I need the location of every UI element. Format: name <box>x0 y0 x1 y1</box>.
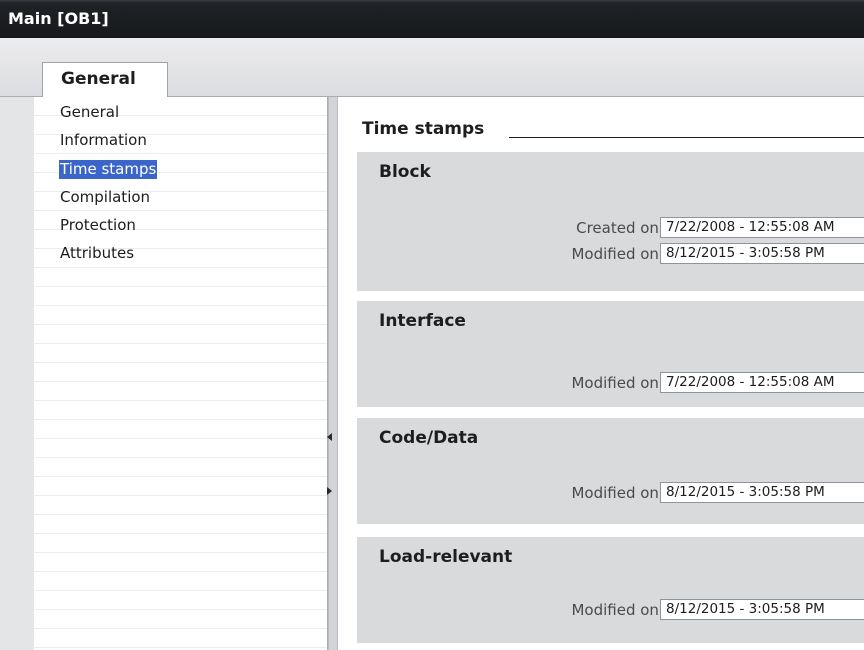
group-title: Load-relevant <box>379 547 513 567</box>
nav-item-general[interactable]: General <box>60 103 119 122</box>
group-interface: Interface Modified on: 7/22/2008 - 12:55… <box>357 301 864 407</box>
expand-right-icon[interactable] <box>327 487 332 495</box>
field-label: Modified on: <box>571 484 664 502</box>
group-title: Code/Data <box>379 428 479 448</box>
tab-general[interactable]: General <box>42 62 168 98</box>
group-load-relevant: Load-relevant Modified on: 8/12/2015 - 3… <box>357 537 864 643</box>
modified-on-field[interactable]: 7/22/2008 - 12:55:08 AM <box>660 372 864 393</box>
nav-item-protection[interactable]: Protection <box>60 216 136 235</box>
window-title: Main [OB1] <box>0 0 864 38</box>
section-title: Time stamps <box>362 119 485 139</box>
tab-strip: General <box>0 38 864 98</box>
group-title: Interface <box>379 311 466 331</box>
section-divider <box>509 137 864 138</box>
nav-item-attributes[interactable]: Attributes <box>60 244 134 263</box>
nav-item-information[interactable]: Information <box>60 131 147 150</box>
field-label: Modified on: <box>571 374 664 392</box>
nav-item-time-stamps[interactable]: Time stamps <box>59 160 158 179</box>
modified-on-field[interactable]: 8/12/2015 - 3:05:58 PM <box>660 482 864 503</box>
field-label: Modified on: <box>571 601 664 619</box>
group-code-data: Code/Data Modified on: 8/12/2015 - 3:05:… <box>357 418 864 524</box>
properties-content: Time stamps Block Created on: 7/22/2008 … <box>338 97 864 650</box>
modified-on-field[interactable]: 8/12/2015 - 3:05:58 PM <box>660 243 864 264</box>
created-on-field[interactable]: 7/22/2008 - 12:55:08 AM <box>660 217 864 238</box>
group-block: Block Created on: 7/22/2008 - 12:55:08 A… <box>357 152 864 291</box>
properties-nav: General Information Time stamps Compilat… <box>34 97 328 650</box>
field-label: Created on: <box>576 219 664 237</box>
modified-on-field[interactable]: 8/12/2015 - 3:05:58 PM <box>660 599 864 620</box>
group-title: Block <box>379 162 431 182</box>
field-label: Modified on: <box>571 245 664 263</box>
nav-item-compilation[interactable]: Compilation <box>60 188 150 207</box>
pane-splitter[interactable] <box>327 97 338 650</box>
collapse-left-icon[interactable] <box>327 433 332 441</box>
